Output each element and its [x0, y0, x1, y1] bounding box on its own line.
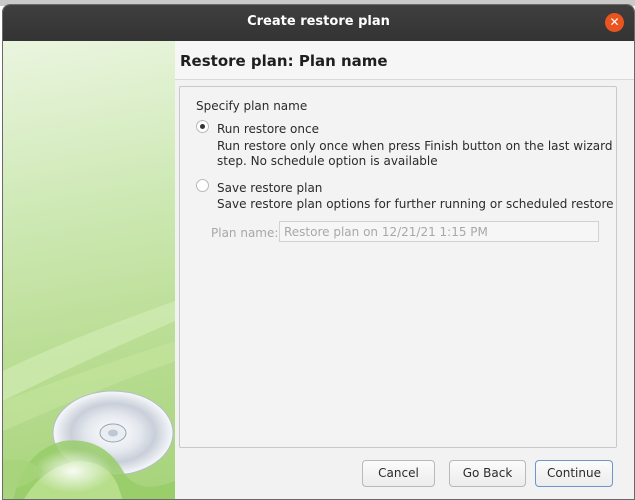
options-panel: Specify plan name Run restore once Run r…	[179, 86, 617, 448]
plan-name-label: Plan name:	[211, 226, 279, 240]
continue-button[interactable]: Continue	[535, 460, 613, 487]
save-plan-description: Save restore plan options for further ru…	[217, 197, 614, 211]
save-plan-label[interactable]: Save restore plan	[217, 181, 322, 195]
cancel-button[interactable]: Cancel	[362, 460, 435, 487]
save-plan-radio[interactable]	[196, 179, 209, 192]
page-heading-bar: Restore plan: Plan name	[175, 41, 634, 80]
go-back-button[interactable]: Go Back	[449, 460, 526, 487]
plan-name-input[interactable]	[279, 221, 599, 242]
close-icon[interactable]: ✕	[605, 13, 624, 32]
title-bar[interactable]: Create restore plan ✕	[3, 5, 634, 41]
window-title: Create restore plan	[247, 14, 390, 29]
dialog-window: Create restore plan ✕ Restore plan: Plan…	[2, 4, 635, 500]
disc-illustration	[3, 301, 175, 499]
run-once-label[interactable]: Run restore once	[217, 122, 319, 136]
page-title: Restore plan: Plan name	[180, 52, 388, 70]
group-label: Specify plan name	[196, 99, 308, 113]
run-once-radio[interactable]	[196, 120, 209, 133]
run-once-description-line2: step. No schedule option is available	[217, 154, 438, 168]
run-once-description-line1: Run restore only once when press Finish …	[217, 139, 613, 153]
wizard-side-image	[3, 41, 175, 499]
